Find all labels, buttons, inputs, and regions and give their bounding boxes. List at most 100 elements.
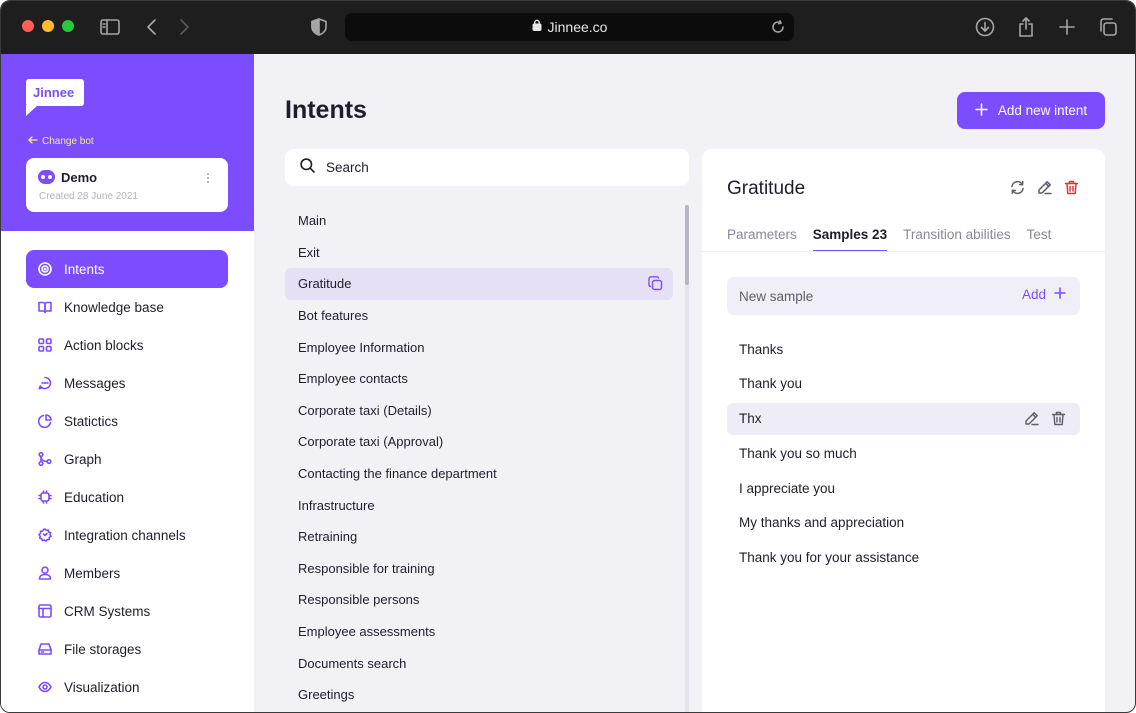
lock-icon	[532, 18, 542, 36]
shield-icon[interactable]	[306, 14, 332, 40]
tabs-overview-icon[interactable]	[1095, 14, 1121, 40]
intent-item[interactable]: Contacting the finance department	[285, 458, 673, 490]
sidebar-item-education[interactable]: Education	[26, 478, 228, 516]
page-title: Intents	[285, 96, 367, 124]
intent-item[interactable]: Responsible for training	[285, 553, 673, 585]
sample-text: Thx	[739, 411, 762, 427]
intent-item[interactable]: Main	[285, 205, 673, 237]
intent-detail-panel: Gratitude Parameters Samples 23 Transiti…	[702, 149, 1105, 712]
sidebar-item-file-storages[interactable]: File storages	[26, 630, 228, 668]
share-icon[interactable]	[1013, 14, 1039, 40]
sidebar-item-crm-systems[interactable]: CRM Systems	[26, 592, 228, 630]
intent-item-label: Retraining	[298, 529, 358, 545]
zoom-window-button[interactable]	[62, 20, 74, 32]
intent-item-label: Exit	[298, 244, 320, 260]
intent-item-label: Main	[298, 213, 327, 229]
sample-item[interactable]: My thanks and appreciation	[727, 507, 1080, 539]
intent-detail-title: Gratitude	[727, 178, 806, 199]
sample-list: Thanks Thank you Thx Thank you so much I app…	[727, 333, 1080, 577]
intent-item[interactable]: Documents search	[285, 647, 673, 679]
target-icon	[38, 262, 52, 276]
intent-item[interactable]: Employee contacts	[285, 363, 673, 395]
sample-item[interactable]: Thank you for your assistance	[727, 542, 1080, 574]
trash-icon[interactable]	[1063, 179, 1079, 195]
bot-created-date: Created 28 June 2021	[39, 191, 138, 202]
new-tab-icon[interactable]	[1054, 14, 1080, 40]
chat-icon	[38, 376, 52, 390]
sidebar-item-graph[interactable]: Graph	[26, 440, 228, 478]
trash-icon[interactable]	[1051, 411, 1066, 429]
intent-item-label: Contacting the finance department	[298, 466, 497, 482]
close-window-button[interactable]	[22, 20, 34, 32]
book-icon	[38, 300, 52, 314]
sidebar-item-messages[interactable]: Messages	[26, 364, 228, 402]
sidebar-item-integration-channels[interactable]: Integration channels	[26, 516, 228, 554]
tab-parameters[interactable]: Parameters	[727, 227, 797, 252]
download-icon[interactable]	[972, 14, 998, 40]
intent-item[interactable]: Responsible persons	[285, 584, 673, 616]
intent-item[interactable]: Infrastructure	[285, 489, 673, 521]
bot-name: Demo	[61, 170, 98, 185]
intent-item[interactable]: Retraining	[285, 521, 673, 553]
sample-item[interactable]: Thank you so much	[727, 437, 1080, 469]
forward-icon[interactable]	[171, 14, 197, 40]
add-new-intent-label: Add new intent	[997, 103, 1088, 118]
sidebar-item-statictics[interactable]: Statictics	[26, 402, 228, 440]
sidebar-item-intents[interactable]: Intents	[26, 250, 228, 288]
intent-item-label: Bot features	[298, 308, 369, 324]
scrollbar-thumb[interactable]	[685, 205, 689, 285]
minimize-window-button[interactable]	[42, 20, 54, 32]
add-sample-label: Add	[1021, 287, 1046, 302]
intent-item-label: Employee assessments	[298, 624, 436, 640]
intent-item[interactable]: Greetings	[285, 679, 673, 711]
url-text: Jinnee.co	[547, 19, 608, 35]
edit-icon[interactable]	[1036, 179, 1052, 195]
tab-transition-abilities[interactable]: Transition abilities	[903, 227, 1011, 252]
more-vertical-icon[interactable]	[200, 170, 216, 186]
back-icon[interactable]	[139, 14, 165, 40]
sample-item[interactable]: Thanks	[727, 333, 1080, 365]
change-bot-link[interactable]: Change bot	[28, 136, 94, 147]
storage-icon	[38, 642, 52, 656]
intent-item[interactable]: Employee assessments	[285, 616, 673, 648]
new-sample-input[interactable]	[739, 288, 989, 304]
sidebar-item-knowledge-base[interactable]: Knowledge base	[26, 288, 228, 326]
search-input[interactable]	[326, 160, 656, 175]
intent-item[interactable]: Employee Information	[285, 331, 673, 363]
add-sample-button[interactable]: Add	[1022, 287, 1066, 302]
sync-icon[interactable]	[1009, 179, 1025, 195]
intent-item[interactable]: Corporate taxi (Approval)	[285, 426, 673, 458]
intent-list: Main Exit Gratitude Bot features Employee In…	[285, 205, 673, 711]
intent-item-label: Gratitude	[298, 276, 352, 292]
jinnee-logo[interactable]: Jinnee	[26, 79, 84, 117]
bot-icon	[38, 170, 55, 184]
intent-item[interactable]: Corporate taxi (Details)	[285, 395, 673, 427]
arrow-left-icon	[28, 136, 38, 147]
logo-text: Jinnee	[33, 85, 75, 100]
graph-icon	[38, 452, 52, 466]
bot-card[interactable]: Demo Created 28 June 2021	[26, 158, 228, 212]
copy-icon[interactable]	[648, 276, 663, 291]
tab-samples[interactable]: Samples 23	[812, 227, 888, 252]
address-bar[interactable]: Jinnee.co	[345, 13, 794, 41]
sample-item[interactable]: I appreciate you	[727, 472, 1080, 504]
sidebar-item-members[interactable]: Members	[26, 554, 228, 592]
intent-item[interactable]: Bot features	[285, 300, 673, 332]
edit-icon[interactable]	[1024, 411, 1039, 429]
tab-test[interactable]: Test	[1027, 227, 1052, 252]
sidebar-header: Jinnee Change bot Demo Created 28 June 2…	[1, 54, 254, 231]
intent-item[interactable]: Gratitude	[285, 268, 673, 300]
integration-icon	[38, 528, 52, 542]
intent-list-scrollbar[interactable]	[685, 205, 689, 712]
sidebar-item-label: Knowledge base	[64, 299, 164, 315]
sample-item[interactable]: Thx	[727, 402, 1080, 435]
sidebar-item-action-blocks[interactable]: Action blocks	[26, 326, 228, 364]
sample-item[interactable]: Thank you	[727, 368, 1080, 400]
sidebar-toggle-icon[interactable]	[97, 14, 123, 40]
add-new-intent-button[interactable]: Add new intent	[957, 92, 1105, 129]
sidebar-item-visualization[interactable]: Visualization	[26, 668, 228, 706]
intent-item[interactable]: Exit	[285, 237, 673, 269]
intent-item-label: Employee contacts	[298, 371, 408, 387]
reload-icon[interactable]	[766, 15, 790, 39]
intent-item-label: Corporate taxi (Details)	[298, 402, 432, 418]
